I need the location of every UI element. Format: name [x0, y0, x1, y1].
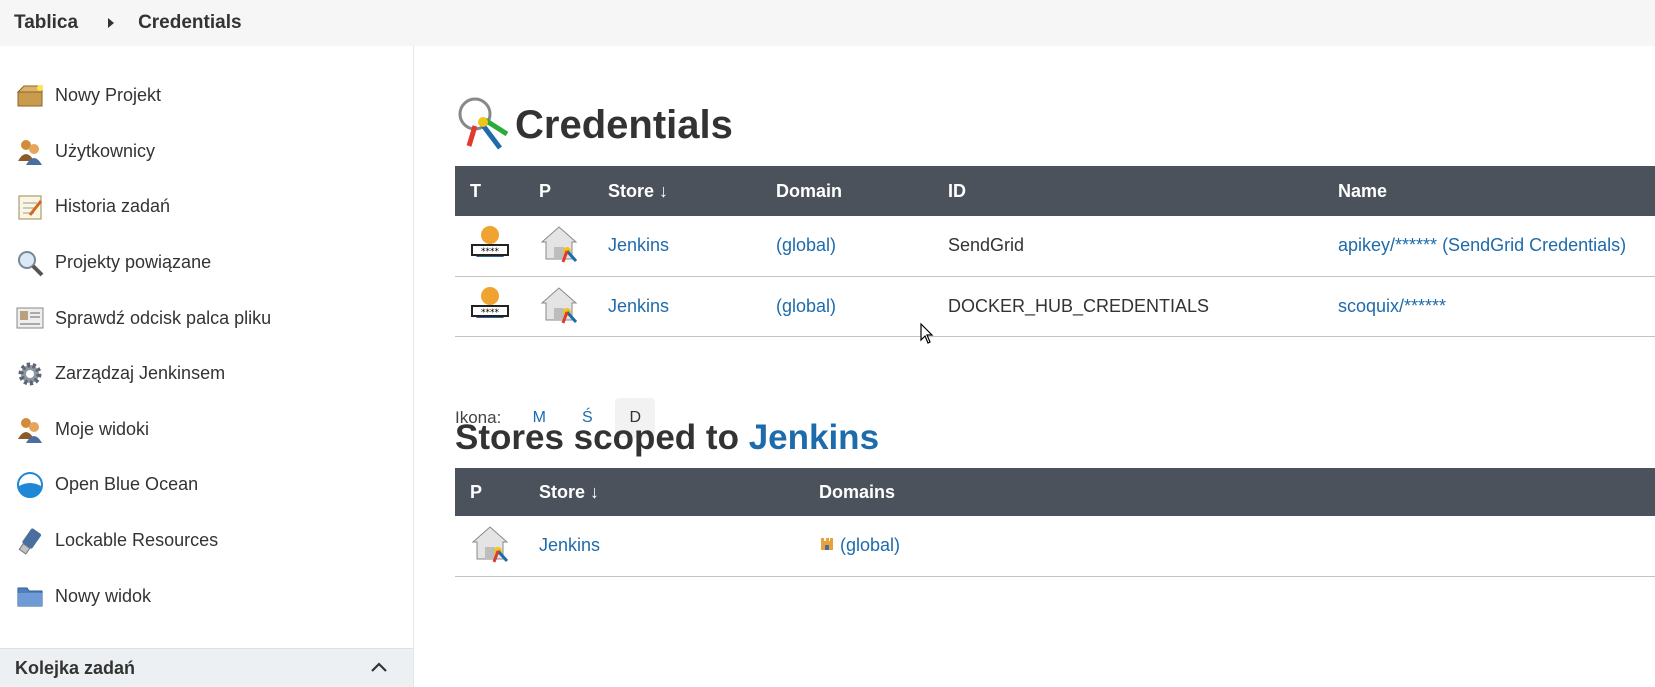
table-header-row: P Store ↓ Domains	[455, 468, 1655, 516]
svg-text:****: ****	[481, 247, 500, 257]
table-row: **** Jenkins (global) DOCKER_HUB_CREDENT…	[455, 276, 1655, 337]
chevron-up-icon[interactable]	[371, 659, 387, 677]
system-store-icon	[470, 526, 510, 567]
system-store-icon	[539, 226, 579, 267]
blue-ocean-icon	[15, 470, 45, 500]
table-row: **** Jenkins (global) SendGrid apikey/**…	[455, 216, 1655, 277]
sidebar-item-new-view[interactable]: Nowy widok	[0, 568, 413, 624]
credential-name-link[interactable]: apikey/****** (SendGrid Credentials)	[1338, 235, 1626, 255]
column-header-domain[interactable]: Domain	[761, 166, 933, 216]
gear-icon	[15, 359, 45, 389]
sidebar-item-fingerprint[interactable]: Sprawdź odcisk palca pliku	[0, 290, 413, 346]
column-header-provider: P	[524, 166, 593, 216]
page-title: Credentials	[455, 94, 733, 157]
user-password-icon: ****	[470, 286, 510, 328]
sidebar-item-build-history[interactable]: Historia zadań	[0, 179, 413, 235]
credentials-table: T P Store ↓ Domain ID Name **** Jenkins …	[455, 166, 1655, 337]
stores-heading-jenkins-link[interactable]: Jenkins	[749, 418, 879, 457]
usb-drive-icon	[15, 526, 45, 556]
fingerprint-icon	[15, 303, 45, 333]
domain-link[interactable]: (global)	[776, 296, 836, 316]
sidebar-item-blue-ocean[interactable]: Open Blue Ocean	[0, 457, 413, 513]
sidebar-item-users[interactable]: Użytkownicy	[0, 124, 413, 180]
stores-heading: Stores scoped to Jenkins	[455, 418, 879, 458]
sidebar-item-label: Użytkownicy	[55, 140, 156, 161]
build-queue-title: Kolejka zadań	[15, 657, 136, 678]
sidebar-item-label: Nowy Projekt	[55, 85, 162, 106]
store-link[interactable]: Jenkins	[608, 296, 669, 316]
table-row: Jenkins (global)	[455, 516, 1655, 577]
users-icon	[15, 136, 45, 166]
stores-table: P Store ↓ Domains Jenkins (global)	[455, 468, 1655, 577]
breadcrumb-credentials-link[interactable]: Credentials	[138, 12, 241, 34]
main-panel: Credentials T P Store ↓ Domain ID Name *…	[455, 46, 1655, 687]
sidebar: Nowy Projekt Użytkownicy Historia zadań …	[0, 46, 414, 687]
package-icon	[15, 81, 45, 111]
store-provider-cell	[455, 516, 539, 577]
breadcrumb: Tablica Credentials	[0, 0, 1655, 46]
store-link[interactable]: Jenkins	[608, 235, 669, 255]
column-header-name[interactable]: Name	[1323, 166, 1655, 216]
sidebar-tasks: Nowy Projekt Użytkownicy Historia zadań …	[0, 46, 413, 624]
credential-id: SendGrid	[933, 216, 1323, 277]
credential-id: DOCKER_HUB_CREDENTIALS	[933, 276, 1323, 337]
domain-link[interactable]: (global)	[840, 535, 900, 555]
domain-link[interactable]: (global)	[776, 235, 836, 255]
store-link[interactable]: Jenkins	[539, 535, 600, 555]
credential-name-link[interactable]: scoquix/******	[1338, 296, 1446, 316]
column-header-provider: P	[455, 468, 539, 516]
credential-type-cell: ****	[455, 216, 524, 277]
users-icon	[15, 414, 45, 444]
system-store-icon	[539, 286, 579, 328]
folder-icon	[15, 581, 45, 611]
domain-castle-icon	[819, 535, 840, 555]
sidebar-item-label: Lockable Resources	[55, 530, 219, 551]
breadcrumb-dashboard-link[interactable]: Tablica	[14, 12, 78, 34]
sidebar-item-label: Sprawdź odcisk palca pliku	[55, 307, 272, 328]
sidebar-item-label: Projekty powiązane	[55, 252, 212, 273]
column-header-domains[interactable]: Domains	[819, 468, 1655, 516]
user-password-icon: ****	[470, 226, 510, 267]
credential-provider-cell	[524, 276, 593, 337]
sidebar-item-label: Zarządzaj Jenkinsem	[55, 363, 226, 384]
table-header-row: T P Store ↓ Domain ID Name	[455, 166, 1655, 216]
chevron-right-icon[interactable]	[108, 18, 115, 28]
sidebar-item-related-projects[interactable]: Projekty powiązane	[0, 235, 413, 291]
sidebar-item-lockable-resources[interactable]: Lockable Resources	[0, 513, 413, 569]
credential-provider-cell	[524, 216, 593, 277]
sidebar-item-label: Moje widoki	[55, 418, 150, 439]
column-header-store[interactable]: Store ↓	[539, 468, 819, 516]
mouse-cursor-icon	[920, 322, 934, 350]
column-header-type: T	[455, 166, 524, 216]
column-header-store[interactable]: Store ↓	[593, 166, 761, 216]
sidebar-item-my-views[interactable]: Moje widoki	[0, 402, 413, 458]
credentials-keys-icon	[455, 94, 511, 157]
notepad-icon	[15, 192, 45, 222]
sidebar-item-manage-jenkins[interactable]: Zarządzaj Jenkinsem	[0, 346, 413, 402]
magnifier-icon	[15, 248, 45, 278]
credential-type-cell: ****	[455, 276, 524, 337]
stores-heading-text: Stores scoped to	[455, 418, 739, 457]
sidebar-item-label: Open Blue Ocean	[55, 474, 199, 495]
sidebar-item-new-project[interactable]: Nowy Projekt	[0, 68, 413, 124]
sidebar-item-label: Nowy widok	[55, 585, 152, 606]
page-heading: Credentials	[515, 103, 733, 147]
sidebar-item-label: Historia zadań	[55, 196, 171, 217]
svg-text:****: ****	[481, 308, 500, 318]
column-header-id[interactable]: ID	[933, 166, 1323, 216]
build-queue-header[interactable]: Kolejka zadań	[0, 648, 413, 687]
